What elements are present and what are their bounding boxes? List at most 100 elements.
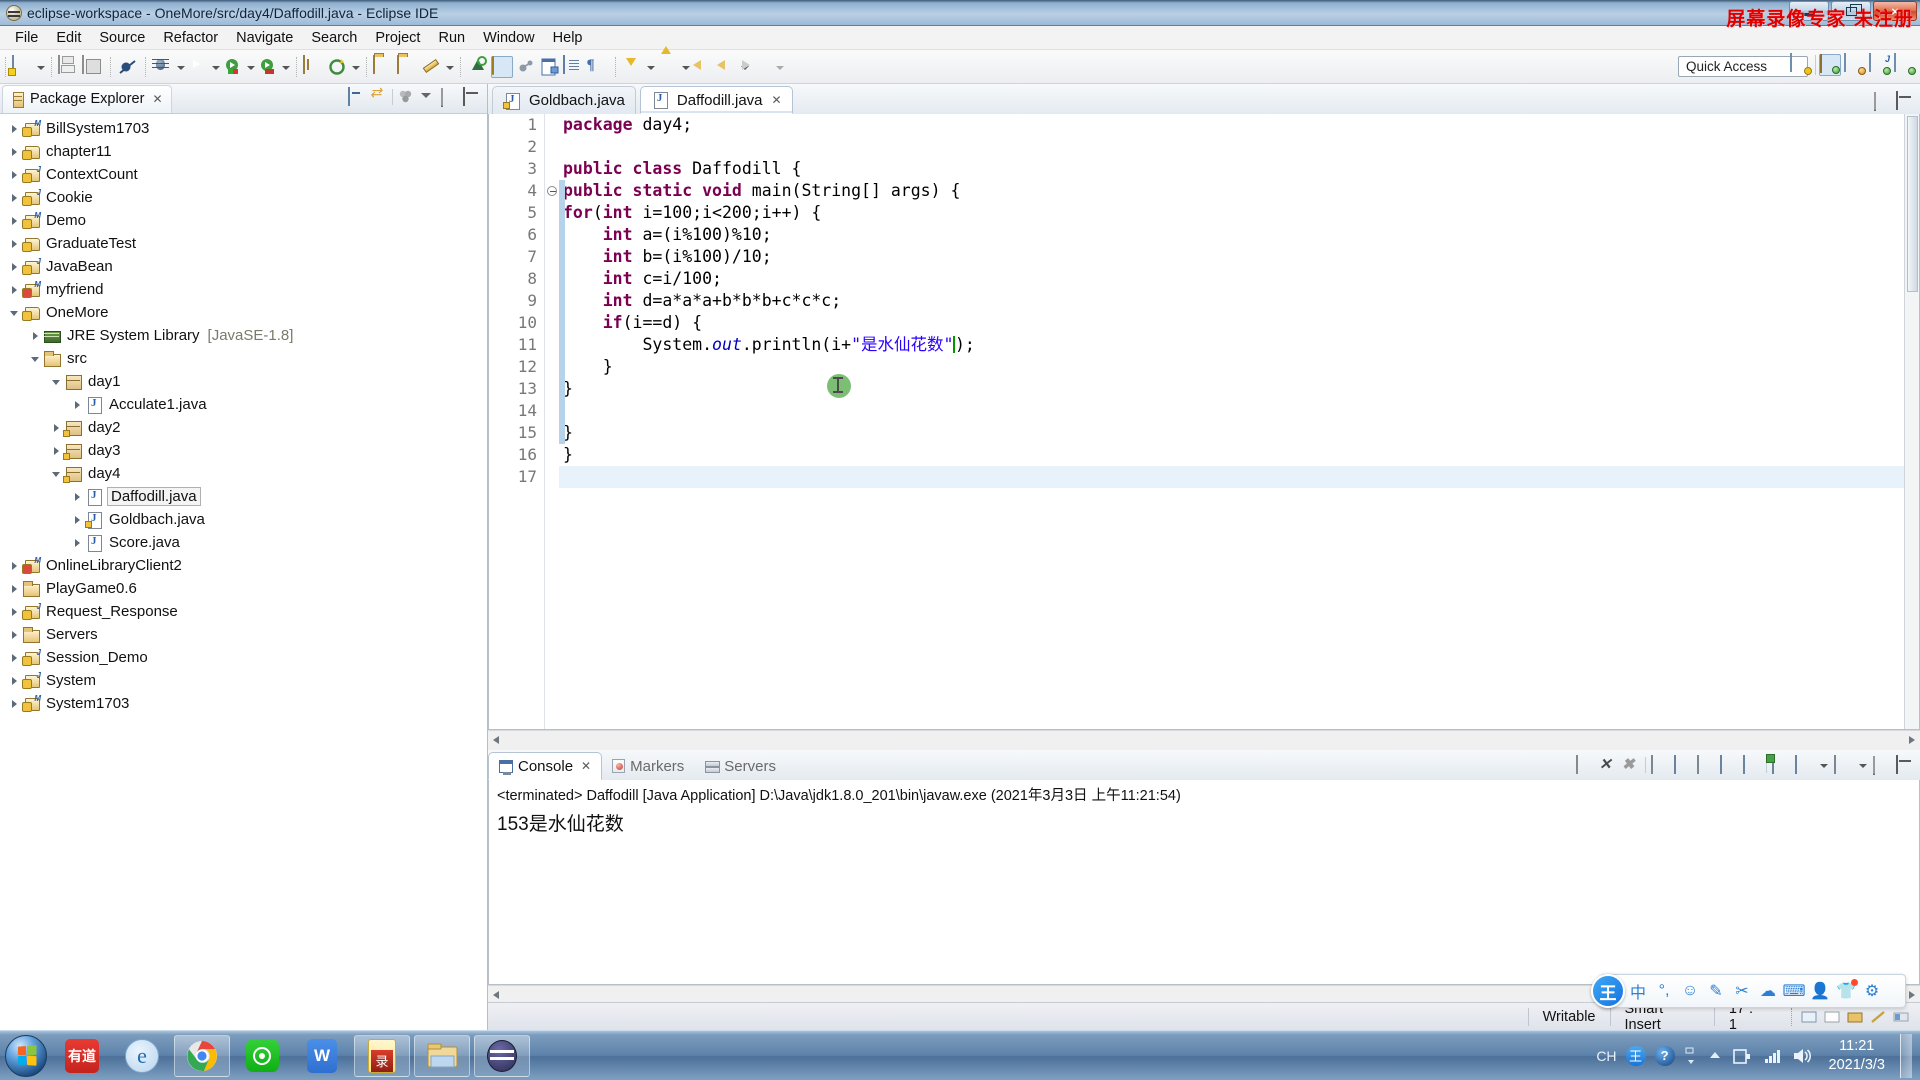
next-annotation-dropdown-icon[interactable] [645, 56, 656, 78]
tree-item[interactable]: M System1703 [0, 692, 487, 715]
expand-arrow-icon[interactable] [8, 697, 22, 711]
new-wizard-dropdown-icon[interactable] [35, 56, 46, 78]
pin-console-icon[interactable] [1743, 755, 1761, 774]
code-line[interactable]: int b=(i%100)/10; [559, 246, 1904, 268]
link-editor-icon[interactable] [515, 56, 537, 78]
code-line[interactable]: } [559, 422, 1904, 444]
taskbar-eclipse-ide[interactable] [474, 1034, 530, 1077]
tree-item[interactable]: OneMore [0, 301, 487, 324]
taskbar-screen-recorder[interactable]: 录 [354, 1034, 410, 1077]
tree-item[interactable]: Score.java [0, 531, 487, 554]
next-annotation-icon[interactable] [622, 56, 644, 78]
coverage-icon[interactable] [257, 56, 279, 78]
open-console-icon[interactable] [1834, 755, 1852, 774]
remove-launch-icon[interactable]: ✕ [1599, 756, 1617, 774]
scroll-left-icon[interactable] [488, 987, 505, 1002]
scroll-lock-icon[interactable] [1674, 755, 1692, 774]
back-icon[interactable] [716, 56, 738, 78]
code-line[interactable]: public class Daffodill { [559, 158, 1904, 180]
skip-breakpoints-icon[interactable] [117, 56, 139, 78]
tree-item[interactable]: Servers [0, 623, 487, 646]
code-line[interactable] [559, 136, 1904, 158]
emoji-icon[interactable]: ☺ [1677, 978, 1703, 1004]
minimize-console-icon[interactable] [1873, 756, 1891, 775]
tab-console[interactable]: Console ✕ [488, 752, 603, 780]
display-console-dropdown-icon[interactable] [1818, 754, 1829, 776]
expand-arrow-icon[interactable] [8, 191, 22, 205]
tab-servers[interactable]: Servers [694, 752, 786, 780]
new-wizard-icon[interactable] [8, 54, 34, 78]
skin-icon[interactable]: 👕 [1833, 978, 1859, 1004]
new-java-class-icon[interactable] [327, 56, 349, 78]
menu-file[interactable]: File [6, 28, 47, 48]
editor-tab-goldbach[interactable]: Goldbach.java [492, 86, 636, 114]
save-all-icon[interactable] [82, 54, 104, 78]
expand-arrow-icon[interactable] [8, 582, 22, 596]
console-output-area[interactable]: <terminated> Daffodill [Java Application… [488, 780, 1920, 985]
taskbar-media-player[interactable] [234, 1035, 290, 1077]
expand-arrow-icon[interactable] [8, 628, 22, 642]
editor-indicator-icon[interactable] [1824, 1009, 1841, 1025]
show-desktop-arrow-icon[interactable] [1707, 1048, 1723, 1064]
toggle-mark-occurrences-icon[interactable] [491, 55, 513, 78]
help-tray-icon[interactable]: ? [1654, 1045, 1675, 1066]
tree-item[interactable]: M OnlineLibraryClient2 [0, 554, 487, 577]
view-filter-icon[interactable] [397, 88, 415, 106]
maximize-view-icon[interactable] [463, 87, 481, 106]
soft-keyboard-icon[interactable]: ⌨ [1781, 978, 1807, 1004]
open-resource-icon[interactable] [397, 54, 419, 78]
volume-icon[interactable] [1792, 1047, 1814, 1065]
taskbar-microsoft-edge[interactable]: e [114, 1035, 170, 1077]
tree-item[interactable]: src [0, 347, 487, 370]
tree-item[interactable]: J Request_Response [0, 600, 487, 623]
pencil-indicator-icon[interactable] [1870, 1009, 1887, 1025]
chinese-mode-icon[interactable]: 中 [1625, 978, 1651, 1004]
last-edit-location-icon[interactable] [692, 56, 714, 78]
show-console-on-output-icon[interactable] [1720, 755, 1738, 774]
code-editor[interactable]: 1 2 3 4 5 6 7 8 9 10 11 12 13 14 15 16 17 package day4; … [488, 114, 1920, 730]
expand-arrow-icon[interactable] [8, 559, 22, 573]
overview-ruler[interactable] [1904, 114, 1919, 729]
tree-item[interactable]: day4 [0, 462, 487, 485]
tree-item[interactable]: J System [0, 669, 487, 692]
link-with-editor-icon[interactable] [370, 88, 388, 106]
tree-item[interactable]: J Session_Demo [0, 646, 487, 669]
quick-access-input[interactable]: Quick Access [1678, 56, 1808, 77]
tree-item[interactable]: PlayGame0.6 [0, 577, 487, 600]
folder-indicator-icon[interactable] [1847, 1009, 1864, 1025]
smart-insert-indicator-icon[interactable] [1801, 1009, 1818, 1025]
scroll-thumb[interactable] [1907, 116, 1918, 292]
tree-item[interactable]: J Cookie [0, 186, 487, 209]
code-line[interactable]: int d=a*a*a+b*b*b+c*c*c; [559, 290, 1904, 312]
new-console-view-icon[interactable] [1772, 755, 1790, 774]
collapse-arrow-icon[interactable] [50, 467, 64, 481]
tree-item[interactable]: Daffodill.java [0, 485, 487, 508]
punctuation-icon[interactable]: °, [1651, 978, 1677, 1004]
menu-help[interactable]: Help [544, 28, 592, 48]
debug-dropdown-icon[interactable] [175, 56, 186, 78]
code-line[interactable]: int c=i/100; [559, 268, 1904, 290]
taskbar-wps-office[interactable]: W [294, 1035, 350, 1077]
taskbar-file-explorer[interactable] [414, 1034, 470, 1077]
expand-arrow-icon[interactable] [8, 122, 22, 136]
open-console-dropdown-icon[interactable] [1857, 754, 1868, 776]
debug-perspective-icon[interactable] [1894, 53, 1916, 76]
expand-arrow-icon[interactable] [8, 214, 22, 228]
code-line[interactable]: } [559, 378, 1904, 400]
progress-indicator-icon[interactable] [1893, 1009, 1910, 1025]
search-icon[interactable] [467, 55, 489, 78]
forward-dropdown-icon[interactable] [774, 56, 785, 78]
ime-toolbar[interactable]: 王 中 °, ☺ ✎ ✂ ☁ ⌨ 👤 👕 ⚙ [1591, 974, 1906, 1008]
tree-item[interactable]: day3 [0, 439, 487, 462]
code-line[interactable]: } [559, 444, 1904, 466]
close-icon[interactable]: ✕ [152, 92, 162, 106]
run-external-tools-icon[interactable] [222, 56, 244, 78]
expand-arrow-icon[interactable] [71, 490, 85, 504]
menu-edit[interactable]: Edit [47, 28, 90, 48]
tree-item[interactable]: day2 [0, 416, 487, 439]
code-line[interactable]: for(int i=100;i<200;i++) { [559, 202, 1904, 224]
tree-item[interactable]: M Demo [0, 209, 487, 232]
settings-icon[interactable]: ⚙ [1859, 978, 1885, 1004]
handwriting-icon[interactable]: ✎ [1703, 978, 1729, 1004]
cloud-icon[interactable]: ☁ [1755, 978, 1781, 1004]
